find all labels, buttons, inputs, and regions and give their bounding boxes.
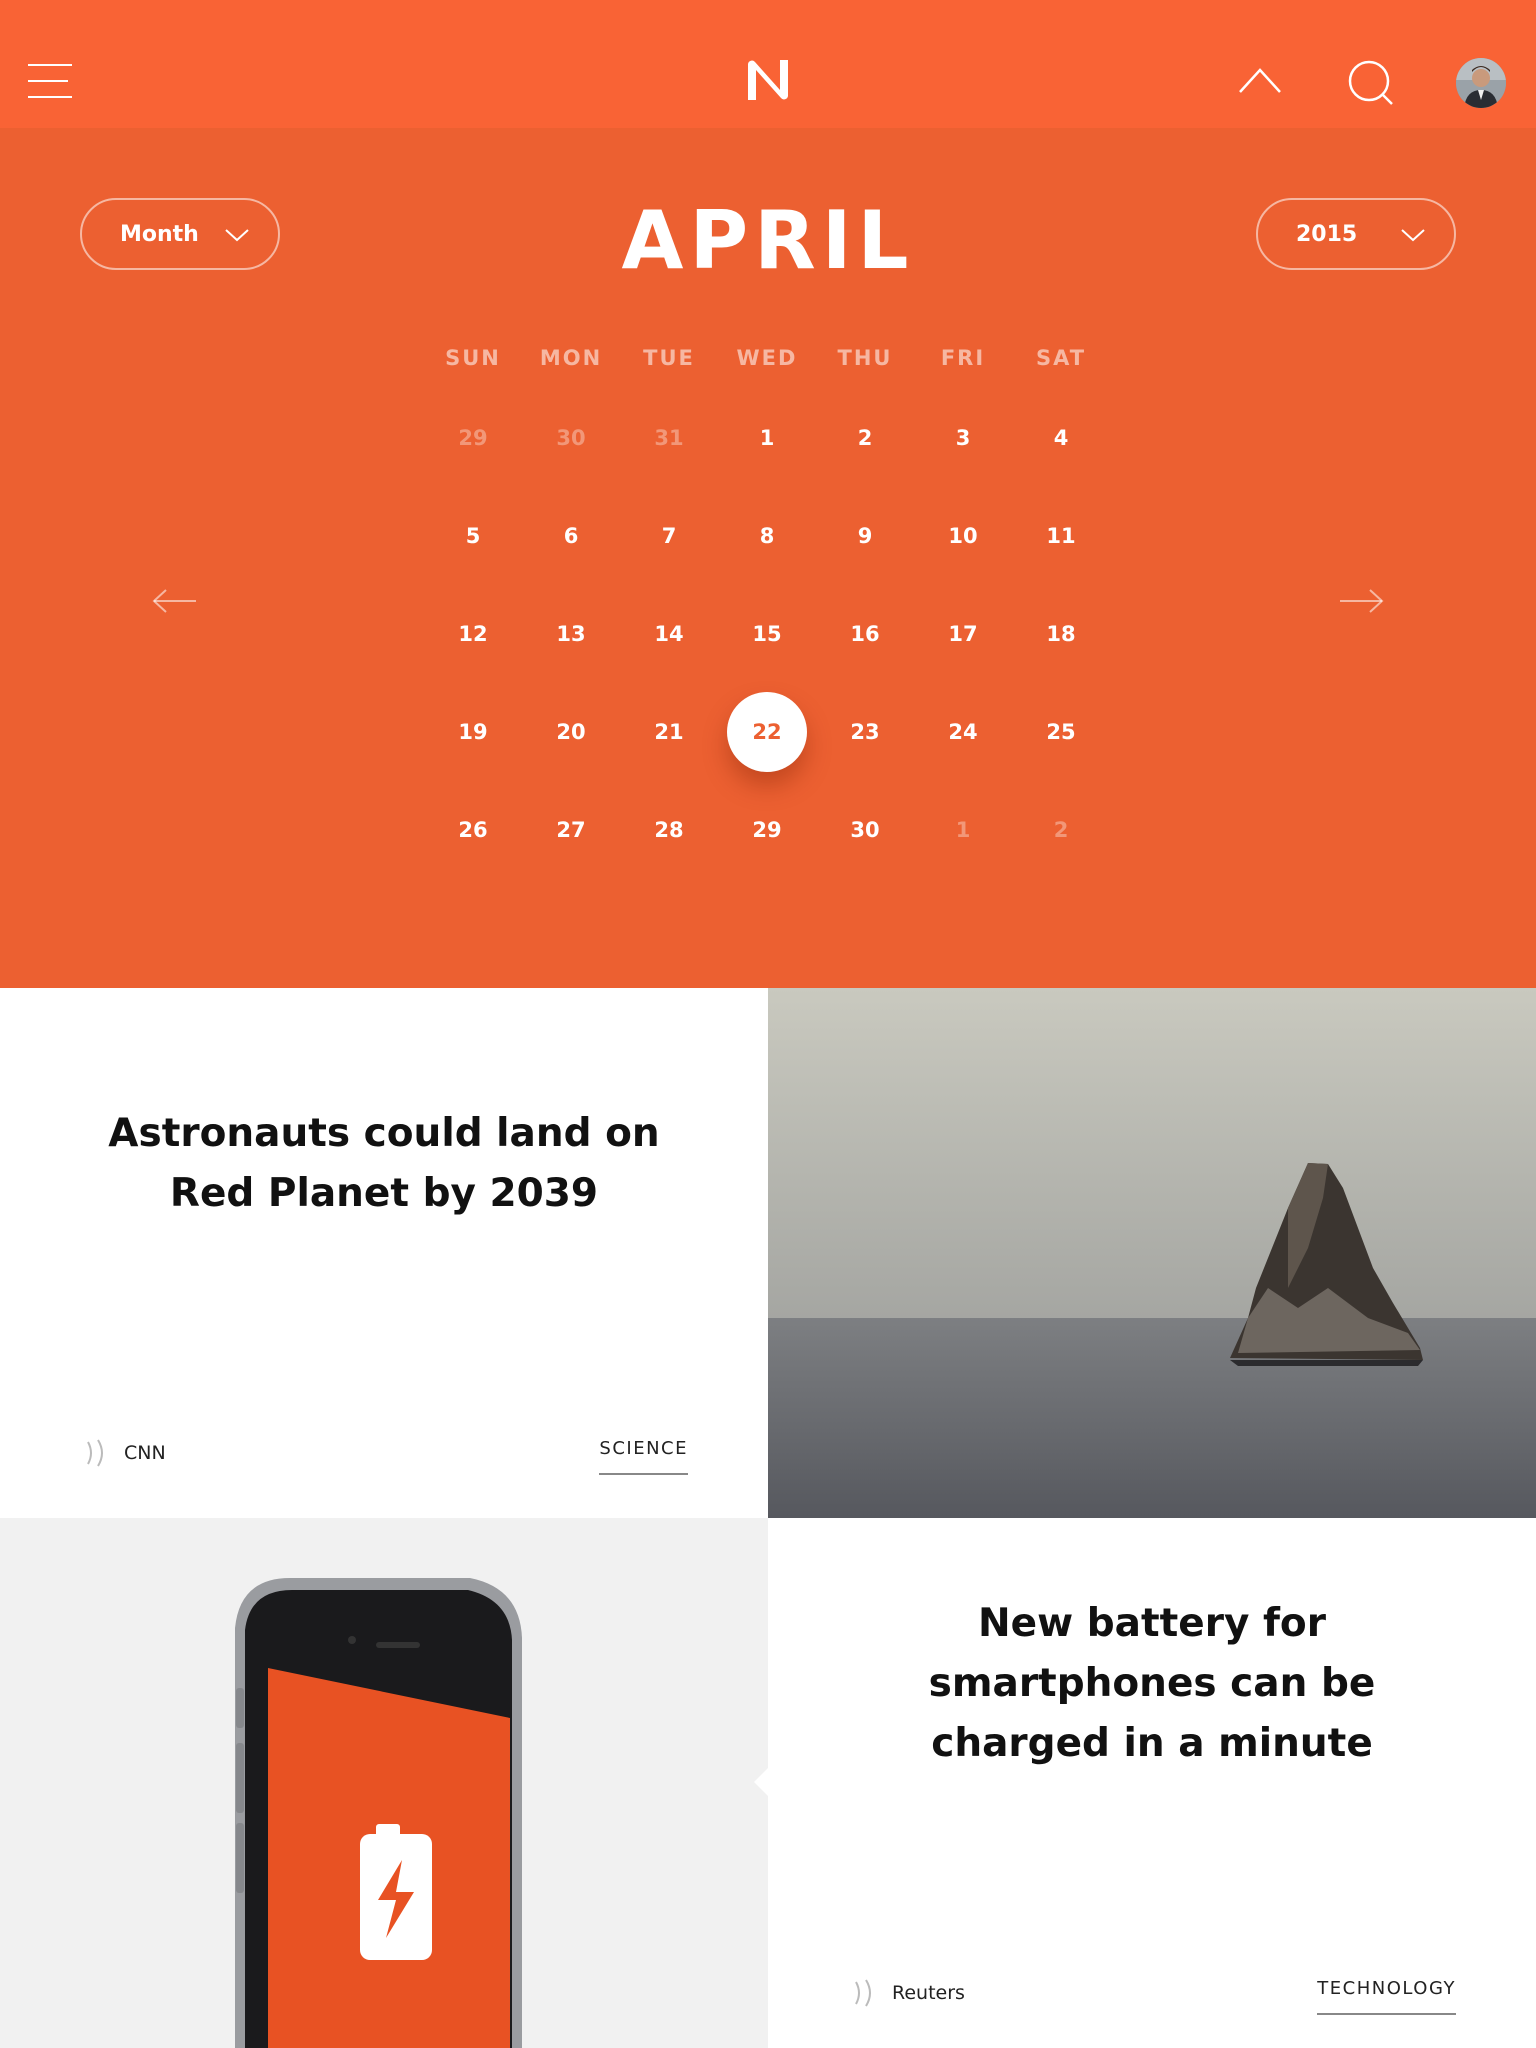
- weekday-label: SAT: [1035, 346, 1087, 370]
- logo[interactable]: [744, 56, 792, 104]
- category-link[interactable]: SCIENCE: [599, 1438, 688, 1475]
- day-cell[interactable]: 11: [1021, 496, 1101, 576]
- arrow-right-icon[interactable]: [1338, 588, 1384, 614]
- article-card-text[interactable]: Astronauts could land on Red Planet by 2…: [0, 988, 782, 1518]
- year-selector[interactable]: 2015: [1256, 198, 1456, 270]
- year-selector-label: 2015: [1296, 222, 1358, 247]
- day-cell[interactable]: 3: [923, 398, 1003, 478]
- article-card-text[interactable]: New battery for smartphones can be charg…: [754, 1518, 1536, 2048]
- weekday-label: WED: [736, 346, 798, 370]
- day-cell[interactable]: 2: [1021, 790, 1101, 870]
- day-cell-selected[interactable]: 22: [727, 692, 807, 772]
- day-cell[interactable]: 1: [923, 790, 1003, 870]
- article-headline[interactable]: Astronauts could land on Red Planet by 2…: [60, 1104, 708, 1224]
- search-icon[interactable]: [1346, 58, 1396, 108]
- source-name: CNN: [124, 1442, 166, 1464]
- category-link[interactable]: TECHNOLOGY: [1317, 1978, 1456, 2015]
- day-grid: 29 30 31 1 2 3 4 5 6 7 8 9 10 11 12 13 14 15 16 17 18 19 20 21 2…: [424, 398, 1124, 898]
- chevron-down-icon: [1401, 229, 1425, 242]
- battery-charge-icon: [360, 1824, 432, 1960]
- day-cell[interactable]: 13: [531, 594, 611, 674]
- weekday-label: THU: [837, 346, 893, 370]
- day-cell[interactable]: 8: [727, 496, 807, 576]
- day-cell[interactable]: 7: [629, 496, 709, 576]
- hamburger-menu-icon[interactable]: [28, 64, 72, 100]
- day-cell[interactable]: 21: [629, 692, 709, 772]
- day-cell[interactable]: 19: [433, 692, 513, 772]
- article-image[interactable]: [768, 988, 1536, 1518]
- day-cell[interactable]: 27: [531, 790, 611, 870]
- user-avatar[interactable]: [1456, 58, 1506, 108]
- weekday-header: SUN MON TUE WED THU FRI SAT: [424, 346, 1124, 376]
- day-cell[interactable]: 30: [825, 790, 905, 870]
- day-cell[interactable]: 28: [629, 790, 709, 870]
- headline-line: Red Planet by 2039: [169, 1171, 599, 1216]
- card-pointer: [754, 1768, 768, 1796]
- day-cell[interactable]: 29: [727, 790, 807, 870]
- article-source[interactable]: CNN: [84, 1438, 166, 1468]
- day-cell[interactable]: 23: [825, 692, 905, 772]
- day-cell[interactable]: 30: [531, 398, 611, 478]
- day-cell[interactable]: 10: [923, 496, 1003, 576]
- day-cell[interactable]: 12: [433, 594, 513, 674]
- day-cell[interactable]: 26: [433, 790, 513, 870]
- day-cell[interactable]: 29: [433, 398, 513, 478]
- headline-line: charged in a minute: [931, 1721, 1373, 1766]
- weekday-label: TUE: [643, 346, 695, 370]
- day-cell[interactable]: 6: [531, 496, 611, 576]
- day-cell[interactable]: 1: [727, 398, 807, 478]
- weekday-label: SUN: [445, 346, 501, 370]
- article-headline[interactable]: New battery for smartphones can be charg…: [848, 1594, 1456, 1774]
- day-cell[interactable]: 31: [629, 398, 709, 478]
- day-cell[interactable]: 5: [433, 496, 513, 576]
- weekday-label: FRI: [940, 346, 986, 370]
- arrow-left-icon[interactable]: [152, 588, 198, 614]
- source-name: Reuters: [892, 1982, 965, 2004]
- article-image[interactable]: [0, 1518, 768, 2048]
- chevron-up-icon[interactable]: [1236, 62, 1284, 98]
- day-cell[interactable]: 14: [629, 594, 709, 674]
- day-cell[interactable]: 2: [825, 398, 905, 478]
- day-cell[interactable]: 24: [923, 692, 1003, 772]
- day-cell[interactable]: 16: [825, 594, 905, 674]
- day-cell[interactable]: 25: [1021, 692, 1101, 772]
- day-cell[interactable]: 4: [1021, 398, 1101, 478]
- day-cell[interactable]: 9: [825, 496, 905, 576]
- broadcast-icon: [855, 1979, 871, 2007]
- day-cell[interactable]: 20: [531, 692, 611, 772]
- day-cell[interactable]: 18: [1021, 594, 1101, 674]
- headline-line: New battery for: [978, 1601, 1326, 1646]
- day-cell[interactable]: 17: [923, 594, 1003, 674]
- headline-line: smartphones can be: [928, 1661, 1376, 1706]
- weekday-label: MON: [539, 346, 603, 370]
- top-bar: [0, 0, 1536, 128]
- article-source[interactable]: Reuters: [852, 1978, 965, 2008]
- headline-line: Astronauts could land on: [108, 1111, 660, 1156]
- calendar-panel: Month APRIL 2015 SUN MON TUE WED THU FRI SAT 2…: [0, 128, 1536, 988]
- broadcast-icon: [87, 1439, 103, 1467]
- day-cell[interactable]: 15: [727, 594, 807, 674]
